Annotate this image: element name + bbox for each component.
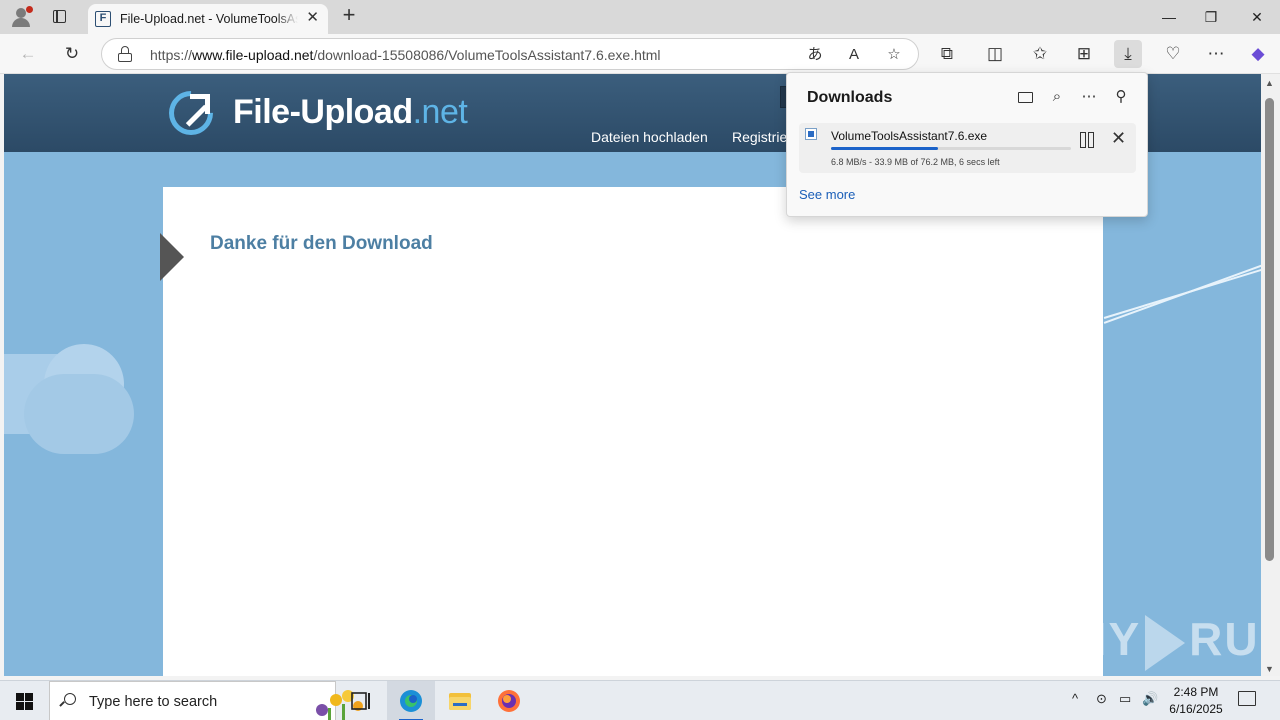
clock-date: 6/16/2025 <box>1169 702 1223 716</box>
firefox-icon[interactable] <box>485 681 533 720</box>
download-status: 6.8 MB/s - 33.9 MB of 76.2 MB, 6 secs le… <box>831 157 1000 167</box>
tab-actions-icon[interactable] <box>48 7 70 27</box>
taskbar: Type here to search ^ ⊙ ▭ 🔊 2:48 PM 6/16… <box>0 680 1280 720</box>
tab-file-upload[interactable]: F File-Upload.net - VolumeToolsAssistant… <box>88 4 328 34</box>
profile-avatar-icon[interactable] <box>8 4 36 30</box>
address-bar[interactable]: https://www.file-upload.net/download-155… <box>101 38 919 70</box>
back-button[interactable]: ← <box>14 40 42 68</box>
search-placeholder: Type here to search <box>89 694 218 710</box>
site-logo[interactable]: File-Upload.net <box>233 93 468 132</box>
tab-close-icon[interactable]: ✕ <box>306 10 319 26</box>
pin-icon[interactable]: ⚲ <box>1108 85 1134 109</box>
downloads-icon[interactable]: ⤓ <box>1114 40 1142 68</box>
exe-file-icon <box>805 128 817 140</box>
minimize-button[interactable]: — <box>1146 0 1192 34</box>
download-progress-bar <box>831 147 1071 150</box>
page-scrollbar[interactable]: ▲ ▼ <box>1261 74 1280 676</box>
nav-register-link[interactable]: Registrie <box>732 129 787 145</box>
file-explorer-icon[interactable] <box>436 681 484 720</box>
notification-icon[interactable] <box>1238 691 1256 706</box>
content-card <box>163 187 1103 676</box>
tab-title: File-Upload.net - VolumeToolsAssistant7.… <box>120 12 298 26</box>
anyrun-watermark: ANYRUN <box>1038 612 1261 671</box>
nav-upload-link[interactable]: Dateien hochladen <box>591 129 708 145</box>
taskbar-search-input[interactable]: Type here to search <box>49 681 363 720</box>
browser-essentials-icon[interactable]: ♡ <box>1159 40 1187 68</box>
translate-icon[interactable]: あ <box>803 43 827 67</box>
split-screen-icon[interactable]: ◫ <box>981 40 1009 68</box>
see-more-link[interactable]: See more <box>799 187 855 202</box>
volume-icon[interactable]: 🔊 <box>1142 691 1158 707</box>
favorites-icon[interactable]: ✩ <box>1026 40 1054 68</box>
taskbar-clock[interactable]: 2:48 PM 6/16/2025 <box>1160 684 1232 718</box>
edge-app-icon[interactable] <box>387 681 435 720</box>
windows-start-icon[interactable] <box>0 681 48 720</box>
lock-icon[interactable] <box>118 46 132 62</box>
scroll-up-icon[interactable]: ▲ <box>1265 78 1274 88</box>
refresh-button[interactable]: ↻ <box>58 40 86 68</box>
site-favicon-icon: F <box>95 11 111 27</box>
download-filename[interactable]: VolumeToolsAssistant7.6.exe <box>831 129 987 143</box>
collections-icon[interactable]: ⊞ <box>1070 40 1098 68</box>
download-item[interactable]: VolumeToolsAssistant7.6.exe 6.8 MB/s - 3… <box>799 123 1136 173</box>
page-heading: Danke für den Download <box>210 233 433 254</box>
title-bar: F File-Upload.net - VolumeToolsAssistant… <box>0 0 1280 34</box>
cancel-download-icon[interactable]: ✕ <box>1111 128 1126 148</box>
cloud-decoration <box>24 374 134 454</box>
new-tab-button[interactable]: + <box>338 4 360 28</box>
clock-time: 2:48 PM <box>1173 685 1219 699</box>
play-icon <box>1145 614 1186 671</box>
read-aloud-icon[interactable]: A <box>842 43 866 67</box>
logo-arrow-icon <box>190 94 210 114</box>
copilot-icon[interactable]: ◆ <box>1244 40 1272 68</box>
extensions-icon[interactable]: ⧉ <box>933 40 961 68</box>
open-folder-icon[interactable] <box>1012 85 1038 109</box>
search-icon <box>64 693 76 705</box>
downloads-panel: Downloads ⌕ ⋯ ⚲ VolumeToolsAssistant7.6.… <box>786 72 1148 217</box>
restore-button[interactable]: ❐ <box>1188 0 1234 34</box>
scrollbar-thumb[interactable] <box>1265 98 1274 561</box>
downloads-title: Downloads <box>807 89 893 106</box>
close-window-button[interactable]: ✕ <box>1234 0 1280 34</box>
browser-toolbar: ← ↻ https://www.file-upload.net/download… <box>0 34 1280 74</box>
downloads-more-icon[interactable]: ⋯ <box>1076 85 1102 109</box>
pause-download-icon[interactable] <box>1077 131 1097 149</box>
tray-app-icon[interactable]: ⊙ <box>1096 691 1107 707</box>
settings-more-icon[interactable]: ⋯ <box>1202 40 1230 68</box>
tray-chevron-icon[interactable]: ^ <box>1072 691 1078 706</box>
network-icon[interactable]: ▭ <box>1119 691 1131 707</box>
scroll-down-icon[interactable]: ▼ <box>1265 664 1274 674</box>
address-url[interactable]: https://www.file-upload.net/download-155… <box>150 47 661 63</box>
search-downloads-icon[interactable]: ⌕ <box>1044 85 1070 109</box>
contrail-decoration <box>1103 267 1261 319</box>
task-view-icon[interactable] <box>336 681 384 720</box>
favorite-star-icon[interactable]: ☆ <box>882 43 906 67</box>
heading-arrow-icon <box>160 233 184 281</box>
